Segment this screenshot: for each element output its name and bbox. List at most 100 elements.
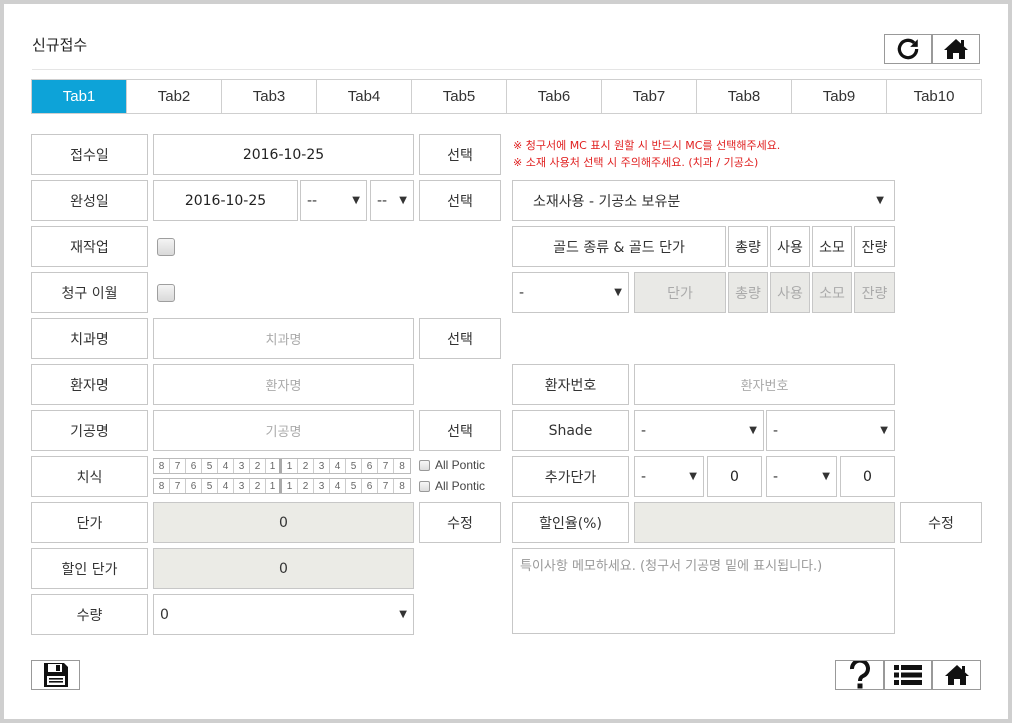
tab-3[interactable]: Tab3 bbox=[222, 80, 317, 113]
patient-no-input[interactable]: 환자번호 bbox=[634, 364, 895, 405]
tab-9[interactable]: Tab9 bbox=[792, 80, 887, 113]
shade-label: Shade bbox=[512, 410, 629, 451]
tooth-cell[interactable]: 2 bbox=[298, 479, 314, 493]
tab-bar: Tab1 Tab2 Tab3 Tab4 Tab5 Tab6 Tab7 Tab8 … bbox=[31, 79, 982, 114]
help-button[interactable] bbox=[835, 660, 884, 690]
tooth-cell[interactable]: 6 bbox=[362, 479, 378, 493]
remake-label: 재작업 bbox=[31, 226, 148, 267]
tooth-cell[interactable]: 5 bbox=[202, 479, 218, 493]
tooth-cell[interactable]: 3 bbox=[234, 459, 250, 473]
receipt-date-select-button[interactable]: 선택 bbox=[419, 134, 501, 175]
tooth-cell[interactable]: 7 bbox=[378, 459, 394, 473]
upper-all-pontic[interactable]: All Pontic bbox=[419, 458, 485, 472]
tooth-cell[interactable]: 4 bbox=[330, 459, 346, 473]
tooth-cell[interactable]: 7 bbox=[170, 459, 186, 473]
remake-checkbox[interactable] bbox=[157, 238, 175, 256]
discount-rate-field bbox=[634, 502, 895, 543]
unit-price-edit-button[interactable]: 수정 bbox=[419, 502, 501, 543]
gold-type-select[interactable]: - ▼ bbox=[512, 272, 629, 313]
tab-8[interactable]: Tab8 bbox=[697, 80, 792, 113]
shade-select-2[interactable]: - ▼ bbox=[766, 410, 895, 451]
quantity-select[interactable]: 0 ▼ bbox=[153, 594, 414, 635]
floppy-icon bbox=[43, 663, 68, 687]
complete-date-label: 완성일 bbox=[31, 180, 148, 221]
complete-hour-select[interactable]: -- ▼ bbox=[300, 180, 367, 221]
complete-minute-select[interactable]: -- ▼ bbox=[370, 180, 414, 221]
tooth-cell[interactable]: 3 bbox=[314, 479, 330, 493]
home-icon bbox=[944, 39, 968, 59]
receipt-date-field[interactable]: 2016-10-25 bbox=[153, 134, 414, 175]
tooth-cell[interactable]: 8 bbox=[154, 459, 170, 473]
extra-price-input-2[interactable]: 0 bbox=[840, 456, 895, 497]
home-button-bottom[interactable] bbox=[932, 660, 981, 690]
tooth-cell[interactable]: 2 bbox=[250, 459, 266, 473]
tab-6[interactable]: Tab6 bbox=[507, 80, 602, 113]
clinic-input[interactable]: 치과명 bbox=[153, 318, 414, 359]
discount-price-label: 할인 단가 bbox=[31, 548, 148, 589]
complete-date-select-button[interactable]: 선택 bbox=[419, 180, 501, 221]
memo-textarea[interactable]: 특이사항 메모하세요. (청구서 기공명 밑에 표시됩니다.) bbox=[512, 548, 895, 634]
tab-4[interactable]: Tab4 bbox=[317, 80, 412, 113]
tooth-cell[interactable]: 7 bbox=[170, 479, 186, 493]
tooth-cell[interactable]: 7 bbox=[378, 479, 394, 493]
material-usage-select[interactable]: 소재사용 - 기공소 보유분 ▼ bbox=[512, 180, 895, 221]
discount-rate-edit-button[interactable]: 수정 bbox=[900, 502, 982, 543]
tooth-cell[interactable]: 6 bbox=[186, 479, 202, 493]
extra-price-input-1[interactable]: 0 bbox=[707, 456, 762, 497]
notice-material: ※ 소재 사용처 선택 시 주의해주세요. (치과 / 기공소) bbox=[513, 156, 759, 169]
lower-all-pontic[interactable]: All Pontic bbox=[419, 479, 485, 493]
tooth-cell[interactable]: 4 bbox=[218, 479, 234, 493]
tooth-cell[interactable]: 5 bbox=[202, 459, 218, 473]
gold-price-field: 단가 bbox=[634, 272, 726, 313]
upper-teeth-chart: 8 7 6 5 4 3 2 1 1 2 3 4 5 6 7 8 bbox=[153, 458, 411, 474]
home-button[interactable] bbox=[932, 34, 980, 64]
technician-select-button[interactable]: 선택 bbox=[419, 410, 501, 451]
tooth-cell[interactable]: 5 bbox=[346, 479, 362, 493]
tooth-cell[interactable]: 3 bbox=[234, 479, 250, 493]
clinic-select-button[interactable]: 선택 bbox=[419, 318, 501, 359]
tooth-cell[interactable]: 1 bbox=[266, 479, 282, 493]
tooth-cell[interactable]: 8 bbox=[154, 479, 170, 493]
tooth-cell[interactable]: 8 bbox=[394, 459, 410, 473]
complete-date-field[interactable]: 2016-10-25 bbox=[153, 180, 298, 221]
tooth-cell[interactable]: 6 bbox=[362, 459, 378, 473]
tab-5[interactable]: Tab5 bbox=[412, 80, 507, 113]
bill-carryover-checkbox[interactable] bbox=[157, 284, 175, 302]
consume-header: 소모 bbox=[812, 226, 852, 267]
consume-field: 소모 bbox=[812, 272, 852, 313]
upper-all-pontic-checkbox[interactable] bbox=[419, 459, 430, 471]
dropdown-arrow-icon: ▼ bbox=[880, 425, 888, 436]
quantity-label: 수량 bbox=[31, 594, 148, 635]
tooth-cell[interactable]: 6 bbox=[186, 459, 202, 473]
dropdown-arrow-icon: ▼ bbox=[749, 425, 757, 436]
refresh-button[interactable] bbox=[884, 34, 932, 64]
tab-1[interactable]: Tab1 bbox=[32, 80, 127, 113]
dropdown-arrow-icon: ▼ bbox=[822, 471, 830, 482]
extra-price-select-1[interactable]: - ▼ bbox=[634, 456, 704, 497]
extra-price-select-2[interactable]: - ▼ bbox=[766, 456, 837, 497]
technician-input[interactable]: 기공명 bbox=[153, 410, 414, 451]
tooth-cell[interactable]: 4 bbox=[218, 459, 234, 473]
tooth-cell[interactable]: 8 bbox=[394, 479, 410, 493]
lower-all-pontic-checkbox[interactable] bbox=[419, 480, 430, 492]
tab-7[interactable]: Tab7 bbox=[602, 80, 697, 113]
remain-header: 잔량 bbox=[854, 226, 895, 267]
list-button[interactable] bbox=[884, 660, 932, 690]
save-button[interactable] bbox=[31, 660, 80, 690]
tooth-cell[interactable]: 2 bbox=[298, 459, 314, 473]
tooth-cell[interactable]: 1 bbox=[266, 459, 282, 473]
patient-input[interactable]: 환자명 bbox=[153, 364, 414, 405]
tooth-cell[interactable]: 3 bbox=[314, 459, 330, 473]
tab-10[interactable]: Tab10 bbox=[887, 80, 981, 113]
tooth-cell[interactable]: 5 bbox=[346, 459, 362, 473]
tooth-cell[interactable]: 1 bbox=[282, 479, 298, 493]
shade-select-1[interactable]: - ▼ bbox=[634, 410, 764, 451]
extra-price-label: 추가단가 bbox=[512, 456, 629, 497]
patient-no-label: 환자번호 bbox=[512, 364, 629, 405]
page-title: 신규접수 bbox=[32, 36, 88, 54]
tab-2[interactable]: Tab2 bbox=[127, 80, 222, 113]
tooth-cell[interactable]: 1 bbox=[282, 459, 298, 473]
tooth-cell[interactable]: 2 bbox=[250, 479, 266, 493]
tooth-cell[interactable]: 4 bbox=[330, 479, 346, 493]
use-header: 사용 bbox=[770, 226, 810, 267]
